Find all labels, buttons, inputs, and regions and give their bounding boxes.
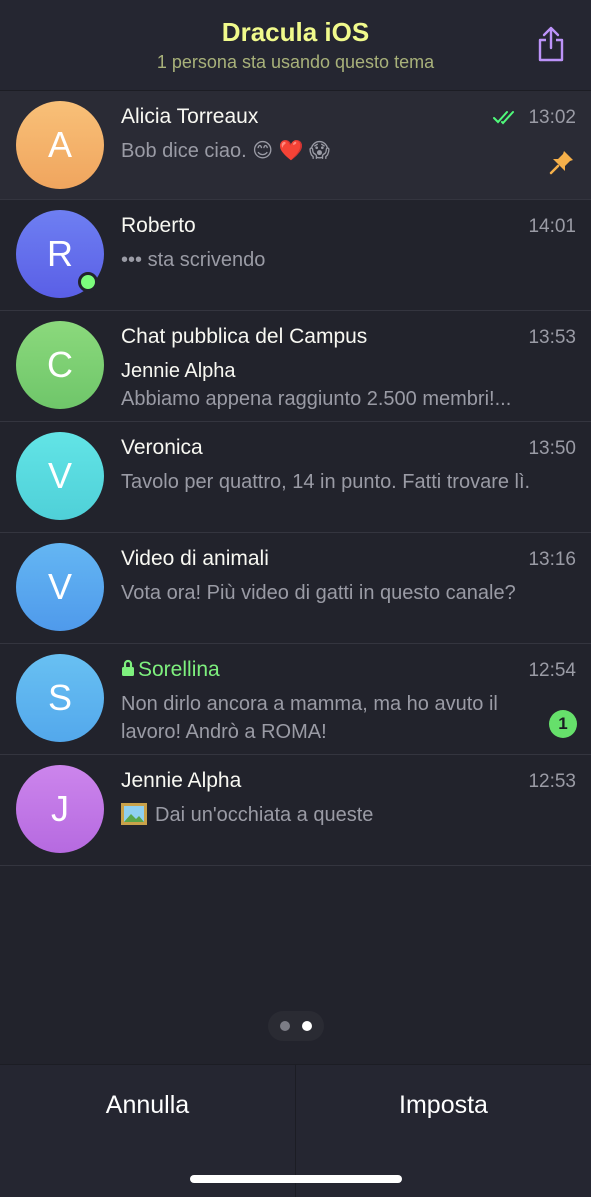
chat-name-text: Sorellina [138,658,220,681]
chat-name: Video di animali [121,547,269,570]
page-indicator [268,1011,324,1041]
pin-icon [549,151,573,175]
typing-status: ••• sta scrivendo [121,249,266,271]
chat-name: Chat pubblica del Campus [121,325,368,348]
chat-name: Veronica [121,436,203,459]
avatar: C [16,321,104,409]
avatar: V [16,432,104,520]
home-indicator[interactable] [190,1175,402,1183]
chat-row-alicia-torreaux[interactable]: A Alicia Torreaux 13:02 Bob dice ciao. 😊… [0,91,591,200]
chat-row-animal-videos[interactable]: V Video di animali 13:16 Vota ora! Più v… [0,533,591,644]
page-dot-2-active[interactable] [302,1021,312,1031]
chat-preview: Abbiamo appena raggiunto 2.500 membri!..… [121,388,512,410]
chat-row-jennie-alpha[interactable]: J Jennie Alpha 12:53 Dai un'occhiata a q… [0,755,591,866]
chat-preview: Vota ora! Più video di gatti in questo c… [121,582,516,604]
chat-name-secret: Sorellina [121,658,220,682]
photo-icon [121,803,147,825]
avatar: S [16,654,104,742]
chat-preview: Tavolo per quattro, 14 in punto. Fatti t… [121,471,531,493]
online-status-dot [78,272,98,292]
chat-time: 12:54 [528,660,576,681]
chat-preview: Bob dice ciao. 😊 ❤️ 😱 [121,140,330,162]
chat-time: 13:53 [528,327,576,348]
avatar: A [16,101,104,189]
cancel-button[interactable]: Annulla [0,1065,295,1145]
chat-preview: Non dirlo ancora a mamma, ma ho avuto il… [121,693,498,743]
double-check-icon [493,111,514,125]
message-sender: Jennie Alpha [121,360,236,382]
chat-row-roberto[interactable]: R Roberto 14:01 ••• sta scrivendo [0,200,591,311]
theme-title: Dracula iOS [221,17,370,47]
chat-name: Roberto [121,214,196,237]
chat-row-veronica[interactable]: V Veronica 13:50 Tavolo per quattro, 14 … [0,422,591,533]
page-dot-1[interactable] [280,1021,290,1031]
share-icon[interactable] [535,24,567,64]
chat-row-campus-public-chat[interactable]: C Chat pubblica del Campus 13:53 Jennie … [0,311,591,422]
header: Dracula iOS 1 persona sta usando questo … [0,0,591,91]
chat-time: 12:53 [528,771,576,792]
chat-time: 13:50 [528,438,576,459]
avatar: V [16,543,104,631]
chat-name: Jennie Alpha [121,769,242,792]
theme-usage-subtitle: 1 persona sta usando questo tema [156,52,435,72]
chat-preview: Dai un'occhiata a queste [155,804,374,826]
chat-time: 13:16 [528,549,576,570]
chat-time: 14:01 [528,216,576,237]
chat-row-sorellina[interactable]: S Sorellina 12:54 Non dirlo ancora a mam… [0,644,591,755]
unread-badge: 1 [549,710,577,738]
chat-preview-row: Dai un'occhiata a queste [121,801,569,829]
avatar: J [16,765,104,853]
chat-name: Alicia Torreaux [121,105,259,128]
chat-list: A Alicia Torreaux 13:02 Bob dice ciao. 😊… [0,91,591,866]
lock-icon [122,659,134,676]
chat-time: 13:02 [528,107,576,128]
set-theme-button[interactable]: Imposta [296,1065,591,1145]
